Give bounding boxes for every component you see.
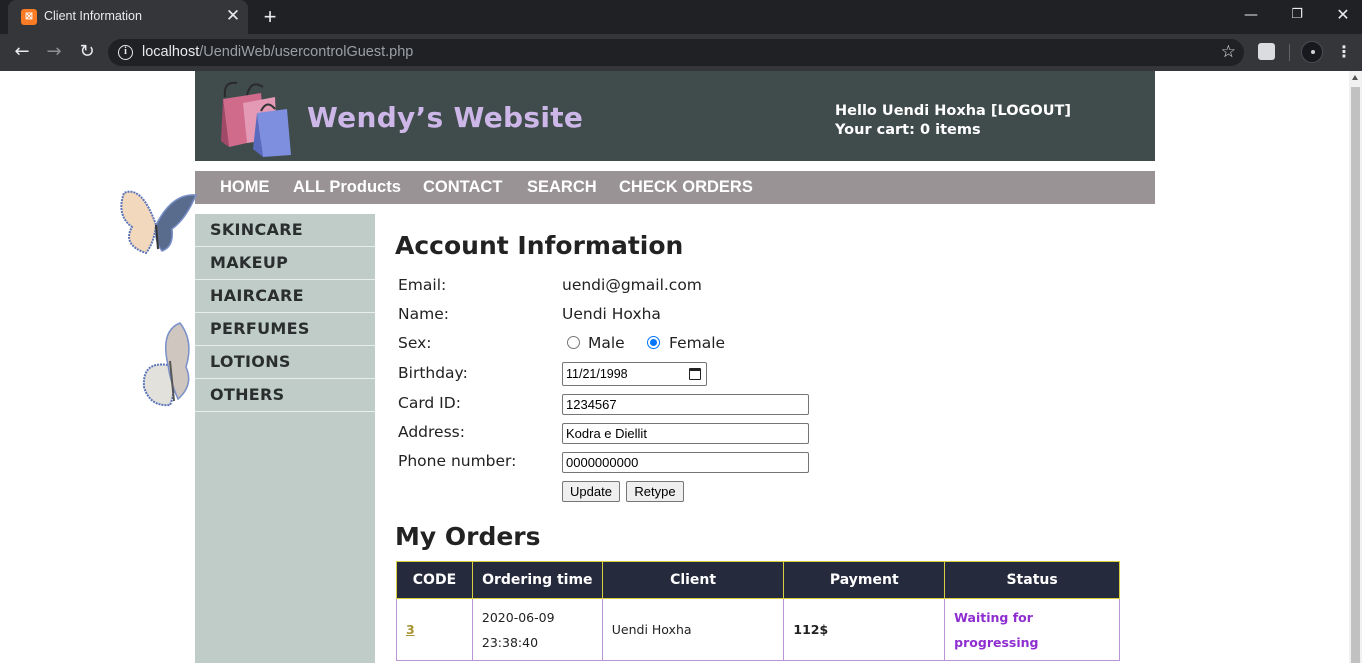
table-header-row: CODE Ordering time Client Payment Status — [396, 561, 1120, 599]
address-input[interactable]: Kodra e Diellit — [562, 423, 809, 444]
tab-close-icon[interactable]: ✕ — [224, 6, 242, 26]
bookmark-star-icon[interactable]: ☆ — [1221, 42, 1236, 62]
phone-input[interactable]: 0000000000 — [562, 452, 809, 473]
address-label: Address: — [398, 423, 465, 441]
nav-home[interactable]: HOME — [220, 178, 270, 197]
sex-female-radio[interactable] — [647, 336, 660, 349]
back-arrow-icon[interactable]: ← — [9, 40, 35, 64]
sidebar-item-others[interactable]: OTHERS — [195, 379, 375, 412]
order-date: 2020-06-09 — [481, 609, 555, 625]
window-close-icon[interactable]: ✕ — [1331, 4, 1355, 26]
sidebar-item-label: PERFUMES — [210, 319, 310, 338]
birthday-date-input[interactable]: 11/21/1998 — [562, 362, 707, 386]
nav-contact[interactable]: CONTACT — [423, 178, 502, 197]
order-status-line2: progressing — [954, 634, 1039, 650]
sex-female-label: Female — [669, 334, 726, 352]
sidebar-item-haircare[interactable]: HAIRCARE — [195, 280, 375, 313]
phone-label: Phone number: — [398, 452, 517, 470]
account-heading: Account Information — [395, 231, 684, 260]
card-id-label: Card ID: — [398, 394, 461, 412]
butterfly-icon — [120, 190, 198, 255]
orders-table: CODE Ordering time Client Payment Status… — [396, 561, 1120, 661]
sex-male-radio[interactable] — [567, 336, 580, 349]
order-time-cell: 2020-06-09 23:38:40 — [471, 598, 603, 661]
sex-male-label: Male — [588, 334, 625, 352]
top-navigation: HOME ALL Products CONTACT SEARCH CHECK O… — [195, 171, 1155, 204]
address-bar[interactable]: i localhost/UendiWeb/usercontrolGuest.ph… — [108, 39, 1244, 66]
sidebar-item-lotions[interactable]: LOTIONS — [195, 346, 375, 379]
card-id-input[interactable]: 1234567 — [562, 394, 809, 415]
user-info: Hello Uendi Hoxha [LOGOUT] Your cart: 0 … — [835, 102, 1071, 140]
butterfly-icon — [142, 322, 190, 407]
sex-label: Sex: — [398, 334, 432, 352]
category-sidebar: SKINCARE MAKEUP HAIRCARE PERFUMES LOTION… — [195, 214, 375, 663]
scroll-up-arrow-icon[interactable] — [1352, 75, 1358, 80]
column-header-status: Status — [944, 561, 1120, 599]
name-value: Uendi Hoxha — [562, 305, 661, 323]
cart-summary[interactable]: Your cart: 0 items — [835, 121, 1071, 140]
order-payment-cell: 112$ — [783, 598, 946, 661]
sidebar-item-label: MAKEUP — [210, 253, 289, 272]
sidebar-item-perfumes[interactable]: PERFUMES — [195, 313, 375, 346]
sidebar-item-label: SKINCARE — [210, 220, 304, 239]
birthday-label: Birthday: — [398, 364, 468, 382]
minimize-icon[interactable]: — — [1239, 4, 1263, 26]
forward-arrow-icon[interactable]: → — [41, 40, 67, 64]
restore-icon[interactable]: ❐ — [1285, 4, 1309, 26]
reload-icon[interactable]: ↻ — [74, 40, 100, 64]
extension-cube-icon[interactable] — [1258, 43, 1275, 60]
retype-button[interactable]: Retype — [626, 481, 684, 502]
url-text: localhost/UendiWeb/usercontrolGuest.php — [142, 44, 414, 60]
order-client-cell: Uendi Hoxha — [601, 598, 785, 661]
order-code-cell: 3 — [396, 598, 473, 661]
calendar-icon[interactable] — [689, 368, 701, 380]
sidebar-item-label: OTHERS — [210, 385, 285, 404]
xampp-favicon-icon: ⊠ — [21, 9, 37, 25]
sidebar-item-skincare[interactable]: SKINCARE — [195, 214, 375, 247]
info-icon[interactable]: i — [118, 45, 133, 60]
nav-check-orders[interactable]: CHECK ORDERS — [619, 178, 753, 197]
sidebar-item-label: LOTIONS — [210, 352, 291, 371]
email-label: Email: — [398, 276, 447, 294]
sidebar-item-makeup[interactable]: MAKEUP — [195, 247, 375, 280]
browser-tab-strip: ⊠ Client Information ✕ + — ❐ ✕ — [0, 0, 1362, 34]
birthday-value: 11/21/1998 — [566, 367, 628, 381]
shopping-bags-logo-icon — [221, 81, 291, 157]
order-clock: 23:38:40 — [481, 634, 539, 650]
page-scrollbar[interactable] — [1349, 71, 1362, 663]
nav-all-products[interactable]: ALL Products — [293, 178, 401, 197]
column-header-ordering-time: Ordering time — [471, 561, 603, 599]
nav-search[interactable]: SEARCH — [527, 178, 597, 197]
browser-toolbar: ← → ↻ i localhost/UendiWeb/usercontrolGu… — [0, 34, 1362, 71]
column-header-payment: Payment — [783, 561, 946, 599]
table-row: 3 2020-06-09 23:38:40 Uendi Hoxha 112$ Wa… — [396, 598, 1120, 661]
site-title: Wendy’s Website — [307, 101, 584, 134]
column-header-client: Client — [601, 561, 785, 599]
order-status-cell: Waiting for progressing — [944, 598, 1120, 661]
page-viewport: Wendy’s Website Hello Uendi Hoxha [LOGOU… — [0, 71, 1362, 663]
toolbar-divider — [1289, 44, 1290, 61]
scrollbar-thumb[interactable] — [1351, 87, 1360, 663]
kebab-menu-icon[interactable]: ⋮ — [1334, 40, 1354, 64]
update-button[interactable]: Update — [562, 481, 620, 502]
name-label: Name: — [398, 305, 449, 323]
order-payment-value: 112$ — [793, 622, 829, 637]
orders-heading: My Orders — [395, 522, 541, 551]
greeting-logout-link[interactable]: Hello Uendi Hoxha [LOGOUT] — [835, 102, 1071, 121]
order-status-line1: Waiting for — [954, 609, 1033, 625]
site-header: Wendy’s Website Hello Uendi Hoxha [LOGOU… — [195, 71, 1155, 161]
browser-tab[interactable]: ⊠ Client Information ✕ — [8, 0, 248, 34]
profile-avatar-icon[interactable] — [1301, 41, 1323, 63]
new-tab-icon[interactable]: + — [258, 5, 282, 29]
column-header-code: CODE — [396, 561, 473, 599]
sidebar-item-label: HAIRCARE — [210, 286, 304, 305]
order-code-link[interactable]: 3 — [406, 622, 415, 637]
email-value: uendi@gmail.com — [562, 276, 702, 294]
tab-title: Client Information — [44, 9, 142, 23]
